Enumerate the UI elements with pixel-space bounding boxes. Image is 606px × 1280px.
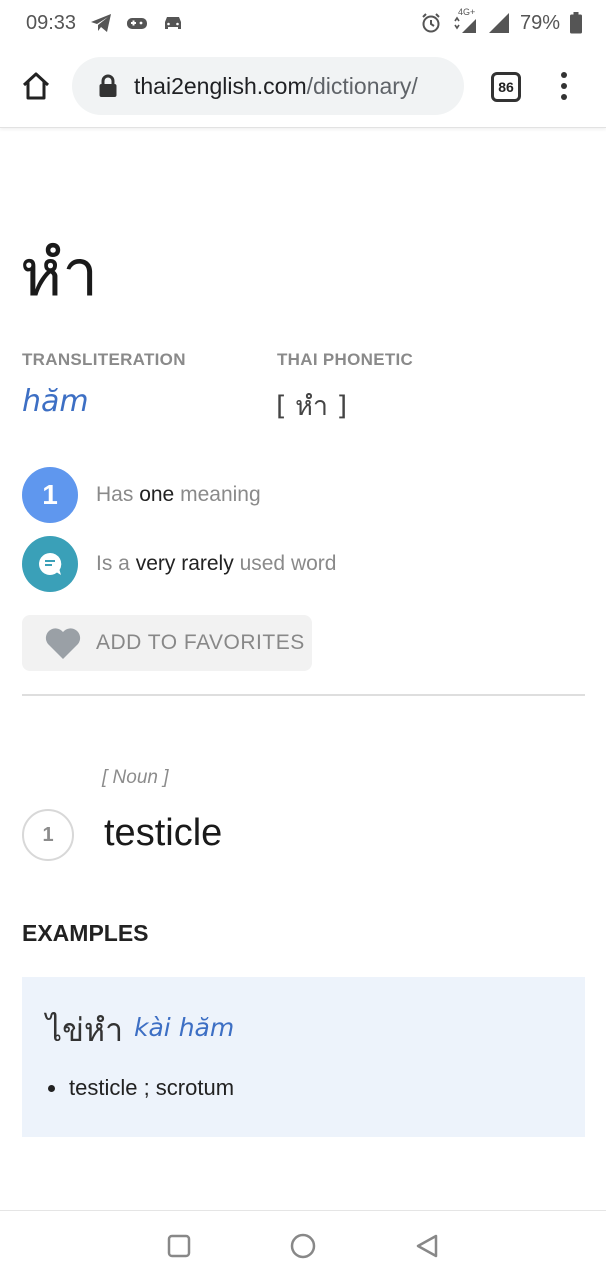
usage-emphasis: very rarely bbox=[135, 552, 234, 575]
browser-toolbar: thai2english.com/dictionary/ 86 bbox=[0, 48, 606, 128]
add-to-favorites-label: ADD TO FAVORITES bbox=[96, 631, 305, 654]
url-text: thai2english.com/dictionary/ bbox=[134, 73, 418, 100]
chat-icon bbox=[39, 552, 62, 575]
example-thai[interactable]: ไข่หำ bbox=[46, 1005, 123, 1056]
meanings-prefix: Has bbox=[96, 483, 134, 506]
usage-frequency-row: Is a very rarely used word bbox=[22, 536, 336, 592]
meanings-count-text: Has one meaning bbox=[96, 483, 261, 507]
home-button[interactable] bbox=[18, 68, 54, 104]
square-icon bbox=[167, 1234, 191, 1258]
usage-badge bbox=[22, 536, 78, 592]
example-transliteration: kài hăm bbox=[134, 1013, 235, 1042]
system-nav-bar bbox=[0, 1210, 606, 1280]
url-host: thai2english.com bbox=[134, 72, 307, 99]
gamepad-icon bbox=[126, 14, 148, 32]
url-bar[interactable]: thai2english.com/dictionary/ bbox=[72, 57, 464, 115]
status-bar: 09:33 4G+ 79% bbox=[0, 0, 606, 46]
battery-icon bbox=[570, 12, 582, 34]
bullet-icon bbox=[48, 1084, 55, 1092]
status-time: 09:33 bbox=[26, 11, 77, 34]
lock-icon bbox=[99, 74, 117, 97]
signal-icon bbox=[488, 12, 510, 34]
network-4g-icon: 4G+ bbox=[452, 7, 478, 33]
meanings-emphasis: one bbox=[139, 483, 175, 506]
sense-number: 1 bbox=[22, 809, 74, 861]
usage-suffix: used word bbox=[239, 552, 337, 575]
home-icon bbox=[22, 72, 50, 100]
transliteration-label: TRANSLITERATION bbox=[22, 350, 186, 369]
car-icon bbox=[162, 14, 184, 32]
telegram-icon bbox=[90, 13, 112, 33]
circle-icon bbox=[290, 1233, 316, 1259]
tab-count: 86 bbox=[498, 79, 514, 95]
back-button[interactable] bbox=[414, 1233, 440, 1259]
menu-icon bbox=[561, 72, 567, 78]
url-path: /dictionary/ bbox=[306, 72, 418, 99]
status-right: 4G+ 79% bbox=[420, 7, 582, 35]
menu-button[interactable] bbox=[552, 66, 576, 106]
sense-number-value: 1 bbox=[42, 823, 54, 846]
heart-icon bbox=[45, 628, 81, 659]
example-meaning-row: testicle ; scrotum bbox=[48, 1075, 234, 1101]
alarm-icon bbox=[420, 12, 442, 34]
headword: หำ bbox=[20, 237, 99, 311]
meanings-count-badge: 1 bbox=[22, 467, 78, 523]
add-to-favorites-button[interactable]: ADD TO FAVORITES bbox=[22, 615, 312, 671]
part-of-speech: [ Noun ] bbox=[102, 767, 169, 788]
transliteration-value: hăm bbox=[22, 384, 89, 419]
meanings-suffix: meaning bbox=[180, 483, 261, 506]
back-triangle-icon bbox=[416, 1234, 438, 1258]
example-meaning: testicle ; scrotum bbox=[69, 1075, 235, 1100]
network-type: 4G+ bbox=[457, 7, 476, 17]
sense-meaning: testicle bbox=[104, 812, 223, 854]
battery-percent: 79% bbox=[519, 11, 560, 34]
meanings-count-row: 1 Has one meaning bbox=[22, 467, 261, 523]
recents-button[interactable] bbox=[166, 1233, 192, 1259]
status-left: 09:33 bbox=[26, 12, 184, 35]
usage-frequency-text: Is a very rarely used word bbox=[96, 552, 336, 576]
meanings-count: 1 bbox=[42, 479, 58, 510]
examples-heading: EXAMPLES bbox=[22, 920, 149, 946]
usage-prefix: Is a bbox=[96, 552, 130, 575]
tab-switcher-button[interactable]: 86 bbox=[491, 72, 521, 102]
example-card: ไข่หำ kài hăm testicle ; scrotum bbox=[22, 977, 585, 1137]
divider bbox=[22, 694, 585, 696]
phonetic-value: [ หำ ] bbox=[276, 391, 348, 422]
home-nav-button[interactable] bbox=[290, 1233, 316, 1259]
phonetic-label: THAI PHONETIC bbox=[277, 350, 414, 369]
